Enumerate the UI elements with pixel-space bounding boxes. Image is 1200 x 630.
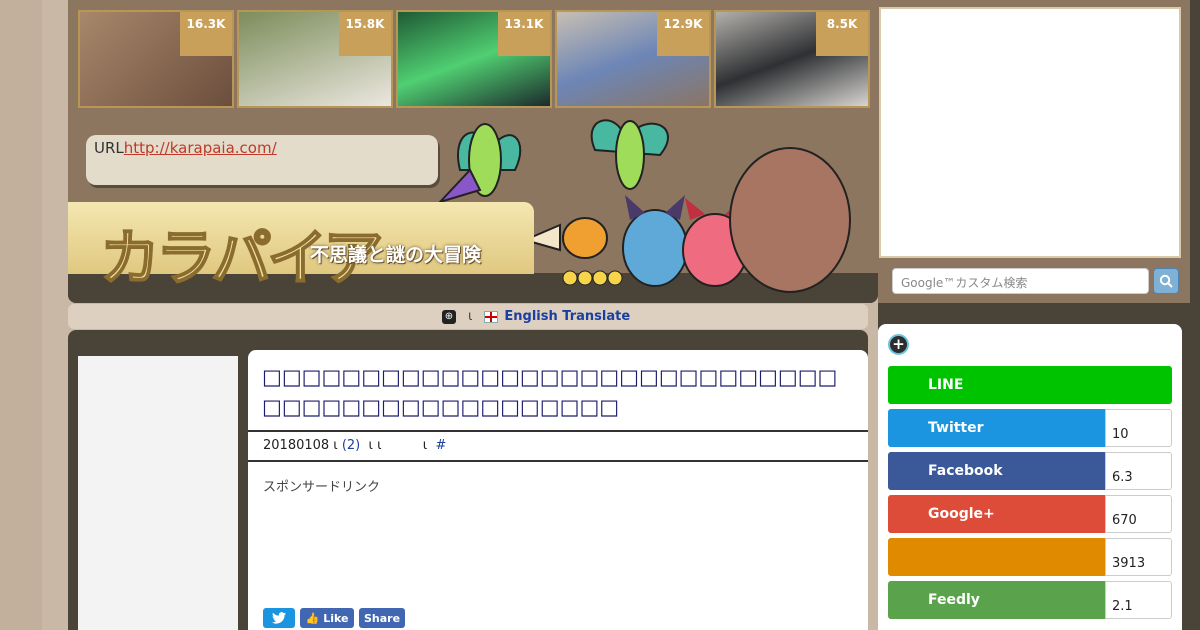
article-share-buttons: 👍 Like Share xyxy=(263,608,405,628)
share-feedly-label: Feedly xyxy=(888,581,1105,619)
share-facebook-count: 6.3 xyxy=(1105,452,1172,490)
url-box: URLhttp://karapaia.com/ xyxy=(86,135,438,185)
share-facebook[interactable]: Facebook 6.3 xyxy=(888,452,1172,490)
view-count: 16.3K xyxy=(180,12,232,56)
share-feedly[interactable]: Feedly 2.1 xyxy=(888,581,1172,619)
tweet-button[interactable] xyxy=(263,608,295,628)
uk-flag-icon[interactable] xyxy=(484,310,499,323)
left-sidebar-ad xyxy=(78,356,238,630)
popular-thumbnail[interactable]: 12.9K xyxy=(555,10,711,108)
meta-separators: ι ι ι xyxy=(364,438,432,453)
twitter-bird-icon xyxy=(272,612,286,624)
globe-icon[interactable]: ⊕ xyxy=(442,309,456,324)
sponsored-link-label: スポンサードリンク xyxy=(263,480,381,495)
share-hatena[interactable]: 3913 xyxy=(888,538,1172,576)
search-button[interactable] xyxy=(1153,268,1179,294)
share-line-label: LINE xyxy=(888,366,1172,404)
thumbs-up-icon: 👍 xyxy=(305,611,320,625)
sidebar-ad xyxy=(879,7,1181,258)
share-line[interactable]: LINE xyxy=(888,366,1172,404)
permalink-hash[interactable]: # xyxy=(435,438,446,453)
share-label: Share xyxy=(363,611,401,625)
search-input[interactable]: Google™カスタム検索 xyxy=(892,268,1149,294)
popular-thumbnail[interactable]: 15.8K xyxy=(237,10,393,108)
share-feedly-count: 2.1 xyxy=(1105,581,1172,619)
meta-divider xyxy=(248,460,868,462)
share-hatena-label xyxy=(888,538,1105,576)
left-margin xyxy=(0,0,42,630)
share-twitter-count: 10 xyxy=(1105,409,1172,447)
view-count: 8.5K xyxy=(816,12,868,56)
english-translate-link[interactable]: English Translate xyxy=(504,309,630,324)
popular-thumbnail[interactable]: 13.1K xyxy=(396,10,552,108)
share-twitter[interactable]: Twitter 10 xyxy=(888,409,1172,447)
popular-thumbnail[interactable]: 8.5K xyxy=(714,10,870,108)
search-icon xyxy=(1159,274,1173,288)
site-tagline: 不思議と謎の大冒険 xyxy=(310,244,482,266)
view-count: 13.1K xyxy=(498,12,550,56)
facebook-like-button[interactable]: 👍 Like xyxy=(300,608,354,628)
article-date: 20180108 ι xyxy=(263,438,338,453)
comment-count-link[interactable]: (2) xyxy=(342,438,360,453)
share-googleplus[interactable]: Google+ 670 xyxy=(888,495,1172,533)
share-twitter-label: Twitter xyxy=(888,409,1105,447)
translate-bar: ⊕ ι English Translate xyxy=(68,304,868,329)
article-meta: 20180108 ι (2) ι ι ι # xyxy=(263,438,446,453)
translate-separator: ι xyxy=(468,309,473,324)
share-googleplus-count: 670 xyxy=(1105,495,1172,533)
facebook-share-button[interactable]: Share xyxy=(359,608,405,628)
site-url-link[interactable]: http://karapaia.com/ xyxy=(124,139,277,157)
article-title[interactable]: □□□□□□□□□□□□□□□□□□□□□□□□□□□□□□□□□□□□□□□□… xyxy=(262,362,842,422)
like-label: Like xyxy=(323,611,349,625)
view-count: 12.9K xyxy=(657,12,709,56)
share-hatena-count: 3913 xyxy=(1105,538,1172,576)
popular-thumbnail[interactable]: 16.3K xyxy=(78,10,234,108)
plus-icon[interactable]: + xyxy=(888,334,909,355)
url-label: URL xyxy=(94,139,124,157)
view-count: 15.8K xyxy=(339,12,391,56)
share-googleplus-label: Google+ xyxy=(888,495,1105,533)
title-divider xyxy=(248,430,868,432)
share-facebook-label: Facebook xyxy=(888,452,1105,490)
